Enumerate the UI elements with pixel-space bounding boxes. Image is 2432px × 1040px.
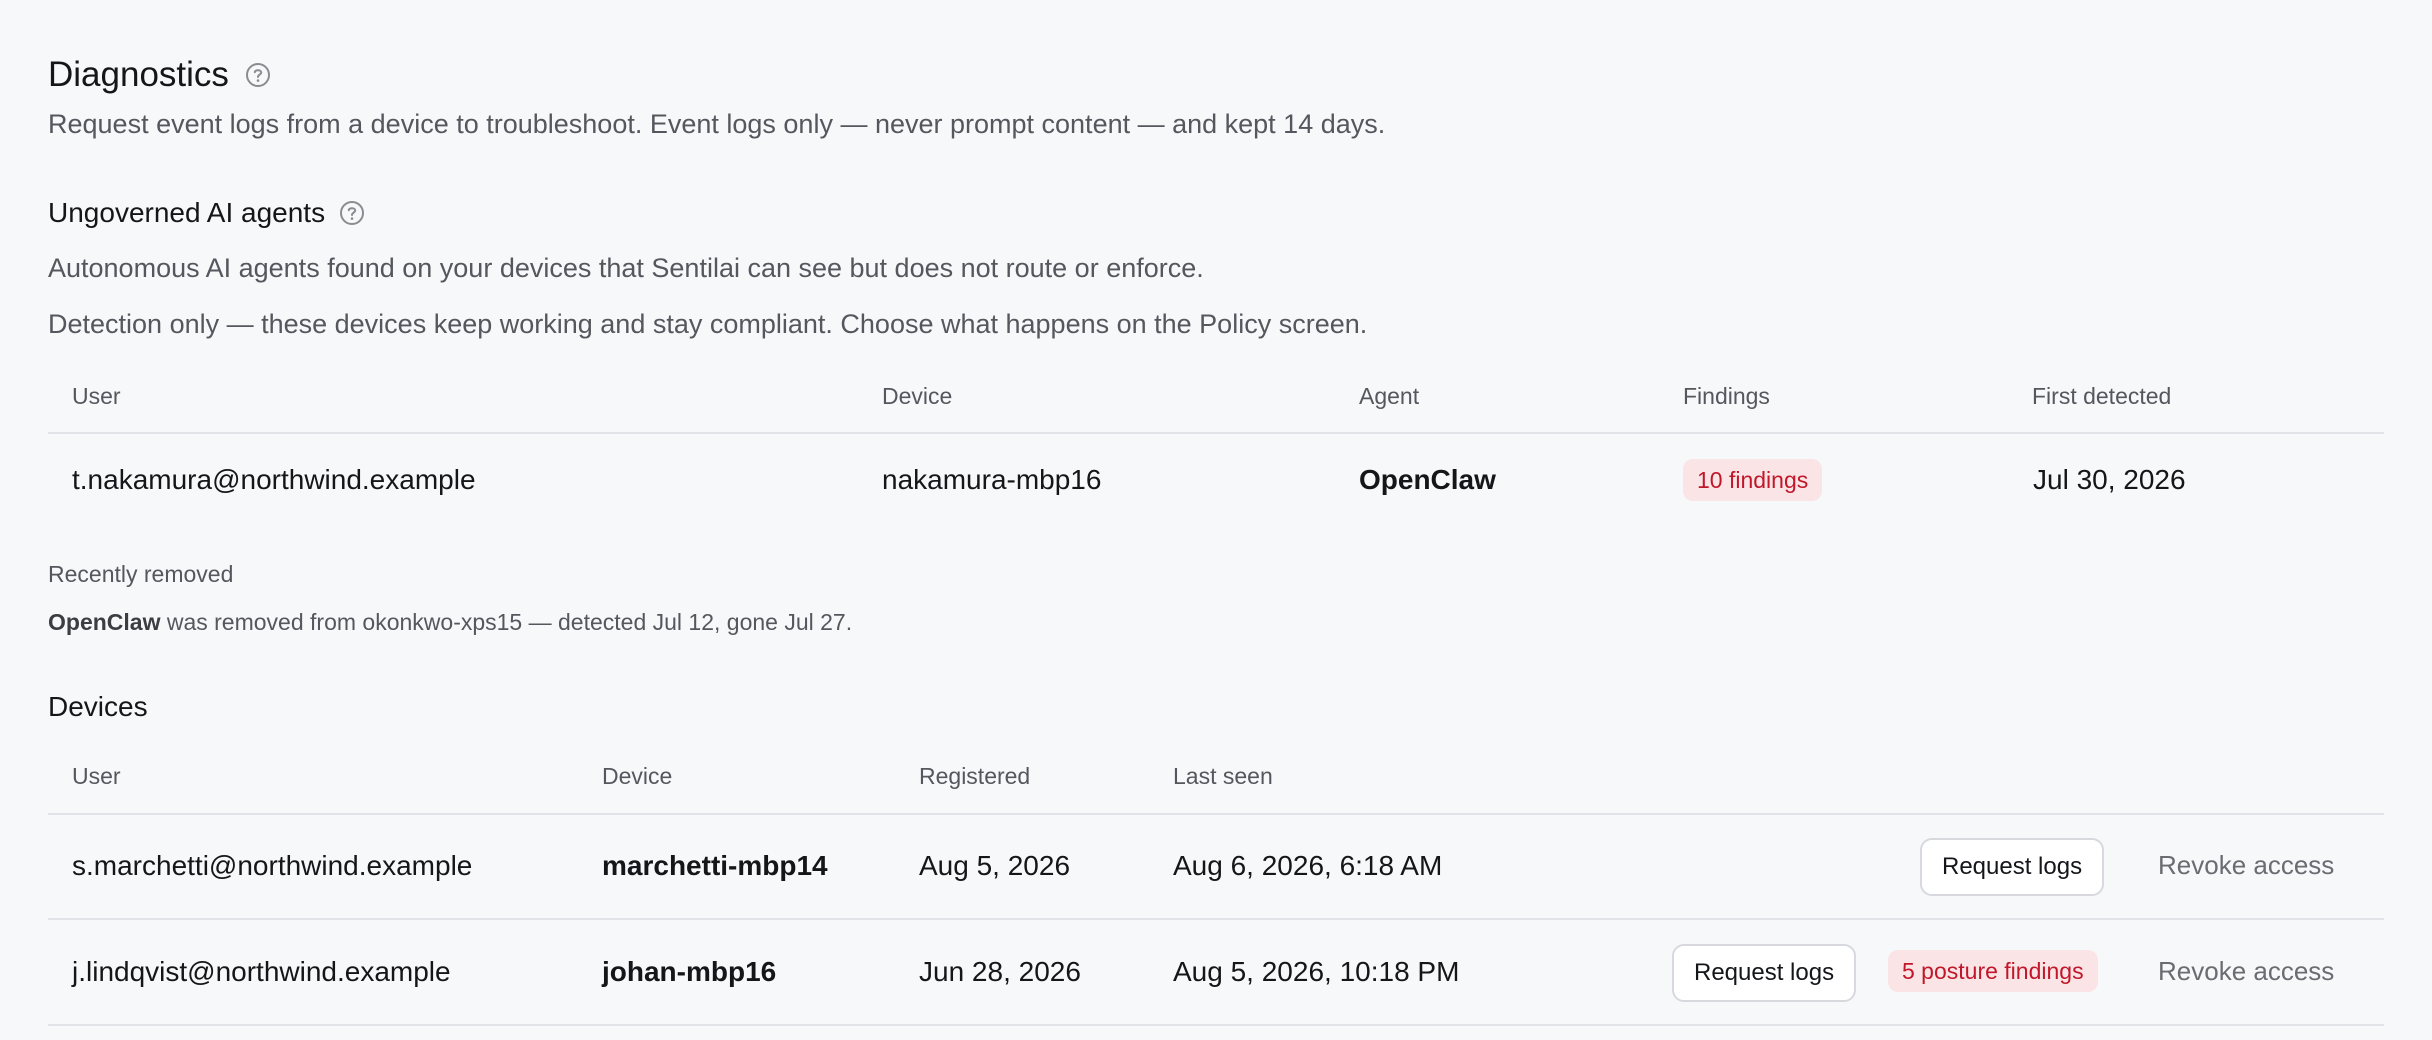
device-row-registered: Aug 5, 2026 [919, 850, 1071, 881]
findings-badge[interactable]: 10 findings [1683, 459, 1823, 501]
column-header-device[interactable]: Device [882, 381, 952, 411]
table-divider [48, 918, 2384, 920]
device-row-device: johan-mbp16 [602, 956, 777, 987]
diagnostics-title: Diagnostics [48, 55, 229, 94]
devices-title: Devices [48, 691, 148, 722]
device-row-user: s.marchetti@northwind.example [72, 850, 473, 881]
device-row-device: marchetti-mbp14 [602, 850, 828, 881]
column-header-registered[interactable]: Registered [919, 761, 1030, 791]
diagnostics-page: Diagnostics Request event logs from a de… [0, 0, 2432, 1040]
revoke-access-button[interactable]: Revoke access [2158, 848, 2334, 882]
removed-agent-name: OpenClaw [48, 609, 161, 635]
posture-findings-badge[interactable]: 5 posture findings [1888, 950, 2098, 992]
request-logs-button[interactable]: Request logs [1672, 944, 1857, 1002]
agent-row-first-detected: Jul 30, 2026 [2033, 464, 2186, 495]
recently-removed-label: Recently removed [48, 561, 234, 587]
removed-detail: was removed from okonkwo-xps15 — detecte… [160, 609, 853, 635]
diagnostics-subtitle: Request event logs from a device to trou… [48, 109, 1386, 139]
ungoverned-agents-header: Ungoverned AI agents [48, 194, 365, 232]
device-row-last-seen: Aug 6, 2026, 6:18 AM [1173, 850, 1443, 881]
table-divider [48, 1024, 2384, 1026]
device-row-registered: Jun 28, 2026 [919, 956, 1081, 987]
revoke-access-button[interactable]: Revoke access [2158, 954, 2334, 988]
ungoverned-agents-title: Ungoverned AI agents [48, 197, 326, 228]
column-header-device[interactable]: Device [602, 761, 672, 791]
agent-row-device: nakamura-mbp16 [882, 464, 1102, 495]
help-circle-icon[interactable] [339, 200, 365, 226]
ungoverned-detection-note: Detection only — these devices keep work… [48, 309, 1368, 339]
device-row-last-seen: Aug 5, 2026, 10:18 PM [1173, 956, 1460, 987]
table-divider [48, 813, 2384, 815]
agent-row-user: t.nakamura@northwind.example [72, 464, 476, 495]
column-header-findings[interactable]: Findings [1683, 381, 1770, 411]
column-header-first-detected[interactable]: First detected [2032, 381, 2171, 411]
recently-removed-text: OpenClaw was removed from okonkwo-xps15 … [48, 607, 852, 637]
column-header-user[interactable]: User [72, 381, 121, 411]
device-row-user: j.lindqvist@northwind.example [72, 956, 451, 987]
agent-row-agent: OpenClaw [1359, 464, 1496, 495]
column-header-agent[interactable]: Agent [1359, 381, 1419, 411]
table-divider [48, 432, 2384, 434]
diagnostics-header: Diagnostics [48, 52, 271, 98]
help-circle-icon[interactable] [245, 62, 271, 88]
ungoverned-description: Autonomous AI agents found on your devic… [48, 253, 1204, 283]
column-header-last-seen[interactable]: Last seen [1173, 761, 1273, 791]
column-header-user[interactable]: User [72, 761, 121, 791]
request-logs-button[interactable]: Request logs [1920, 838, 2105, 896]
